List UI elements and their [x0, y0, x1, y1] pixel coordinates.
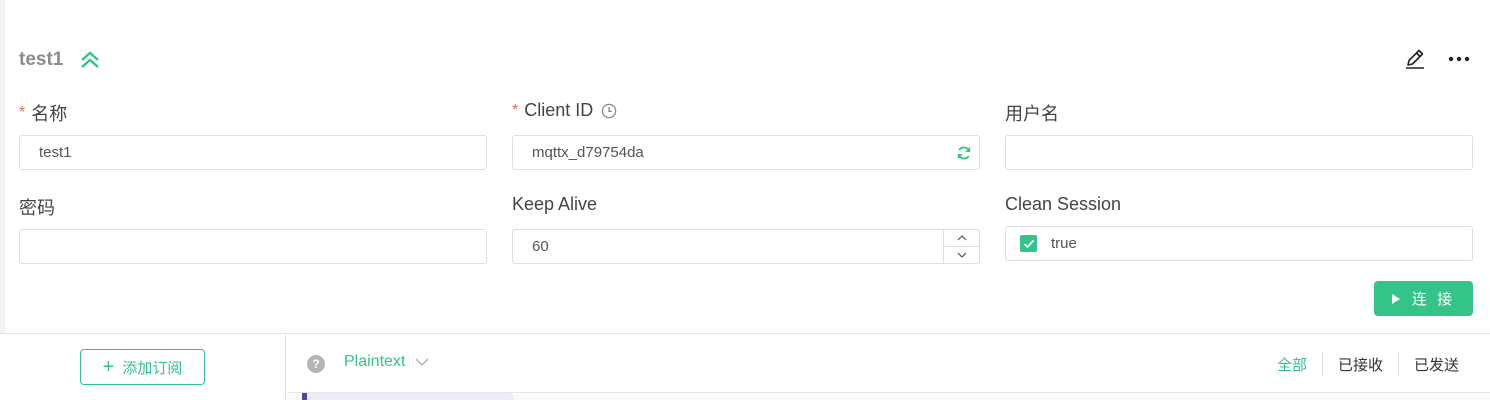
plus-icon: + [102, 356, 115, 378]
required-mark: * [19, 104, 26, 121]
username-label: 用户名 [1005, 100, 1059, 126]
keepalive-input[interactable]: 60 [512, 229, 980, 264]
decrement-button[interactable] [944, 247, 979, 263]
increment-button[interactable] [944, 230, 979, 247]
keepalive-label-text: Keep Alive [512, 194, 598, 214]
message-bubble-accent [302, 393, 307, 400]
clean-session-label-text: Clean Session [1005, 194, 1122, 214]
message-bubble[interactable] [302, 393, 514, 400]
add-subscription-button[interactable]: + 添加订阅 [80, 349, 205, 385]
name-label: * 名称 [19, 100, 67, 126]
pencil-icon[interactable] [1402, 46, 1428, 72]
client-id-input[interactable]: mqttx_d79754da [512, 135, 980, 170]
name-input-value: test1 [39, 144, 72, 161]
chevron-down-icon [957, 252, 966, 258]
password-label: 密码 [19, 194, 55, 220]
payload-format-value: Plaintext [344, 353, 406, 370]
username-label-text: 用户名 [1005, 104, 1059, 124]
clock-icon[interactable] [601, 103, 617, 119]
connection-title: test1 [19, 49, 64, 70]
clean-session-label: Clean Session [1005, 194, 1121, 215]
keepalive-input-value: 60 [532, 238, 549, 255]
required-mark: * [512, 101, 519, 119]
left-edge [0, 0, 5, 333]
more-icon[interactable] [1446, 46, 1472, 72]
keepalive-label: Keep Alive [512, 194, 597, 215]
bottom-panel: + 添加订阅 ? Plaintext 全部 已接收 已发送 [0, 333, 1490, 400]
password-label-text: 密码 [19, 198, 55, 218]
connect-button[interactable]: 连 接 [1374, 281, 1473, 316]
help-icon[interactable]: ? [307, 355, 325, 373]
name-input[interactable]: test1 [19, 135, 487, 170]
message-toolbar: ? Plaintext 全部 已接收 已发送 [287, 334, 1490, 393]
header-actions [1402, 46, 1472, 72]
clean-session-value: true [1051, 235, 1077, 252]
filter-tab-received[interactable]: 已接收 [1321, 352, 1398, 377]
add-subscription-label: 添加订阅 [122, 359, 183, 377]
subscriptions-panel: + 添加订阅 [0, 334, 286, 400]
filter-tab-sent[interactable]: 已发送 [1397, 352, 1474, 377]
play-icon [1391, 293, 1400, 304]
double-chevron-up-icon[interactable] [79, 49, 101, 71]
client-id-label: * Client ID [512, 100, 617, 121]
refresh-icon[interactable] [956, 145, 972, 161]
clean-session-checkbox[interactable] [1020, 235, 1037, 252]
chevron-up-icon [957, 235, 966, 241]
password-input[interactable] [19, 229, 487, 264]
connection-header: test1 [19, 44, 101, 76]
chevron-down-icon [415, 358, 429, 366]
message-filter-tabs: 全部 已接收 已发送 [1262, 352, 1474, 377]
client-id-label-text: Client ID [524, 100, 594, 120]
payload-format-select[interactable]: Plaintext [344, 353, 429, 371]
connect-button-label: 连 接 [1411, 291, 1456, 308]
check-icon [1023, 239, 1034, 248]
name-label-text: 名称 [31, 104, 68, 124]
client-id-input-value: mqttx_d79754da [532, 144, 644, 161]
clean-session-select[interactable]: true [1005, 226, 1473, 261]
username-input[interactable] [1005, 135, 1473, 170]
keepalive-stepper [943, 230, 979, 263]
filter-tab-all[interactable]: 全部 [1262, 352, 1322, 377]
